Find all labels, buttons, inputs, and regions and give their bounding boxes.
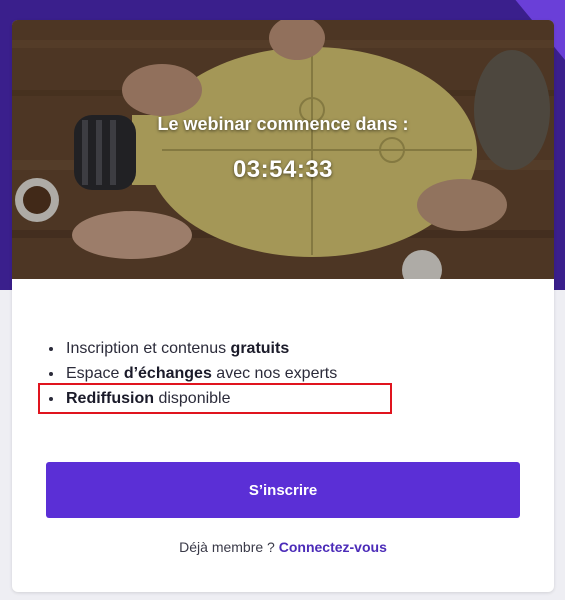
login-prompt: Déjà membre ? Connectez-vous [12,539,554,555]
feature-text: Espace [66,365,124,382]
feature-text: Inscription et contenus [66,340,231,357]
hero-dark-overlay [12,20,554,279]
feature-text-suffix: avec nos experts [211,365,338,382]
countdown-title: Le webinar commence dans : [157,114,409,134]
member-text: Déjà membre ? [179,539,279,555]
replay-highlight-box [38,383,392,414]
login-link[interactable]: Connectez-vous [279,539,387,555]
signup-button[interactable]: S’inscrire [46,462,520,518]
feature-item-free: Inscription et contenus gratuits [64,336,337,361]
feature-bold-text: d’échanges [123,365,212,382]
feature-bold-text: gratuits [230,340,290,357]
webinar-card: Le webinar commence dans : 03:54:33 Insc… [12,20,554,592]
hero-banner: Le webinar commence dans : 03:54:33 [12,20,554,279]
countdown-timer: 03:54:33 [232,156,334,183]
